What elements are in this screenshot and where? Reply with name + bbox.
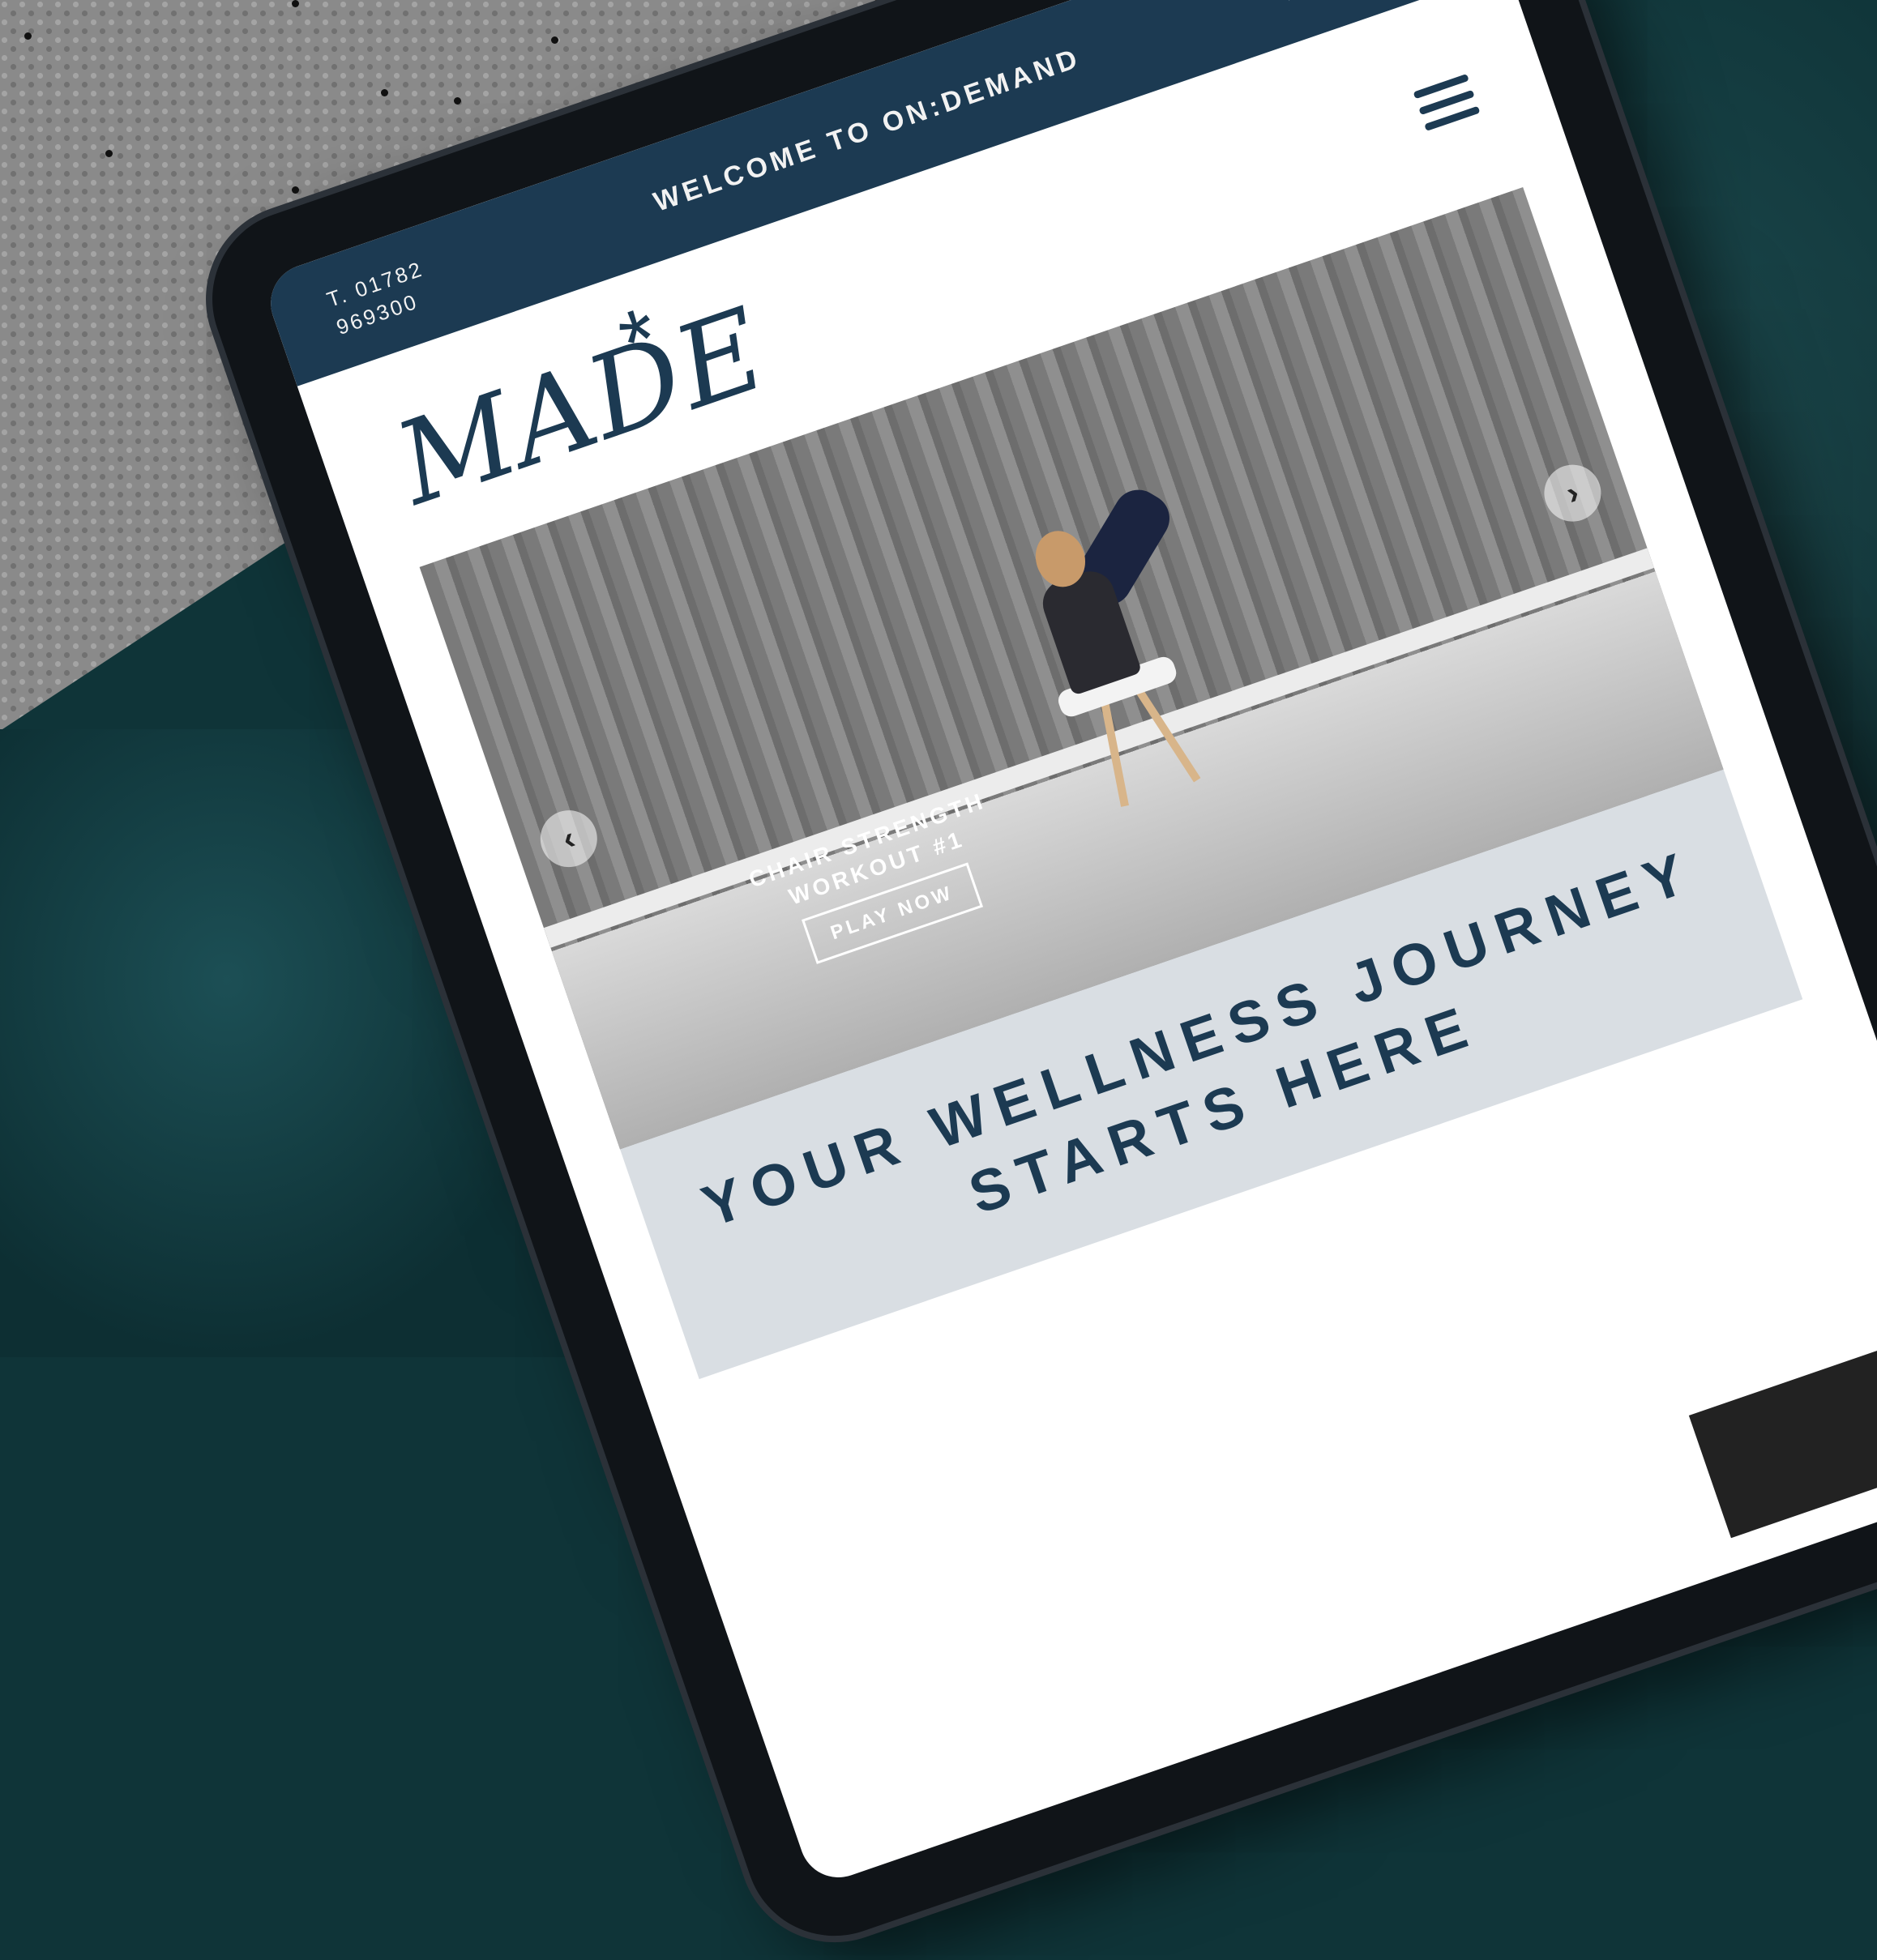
video-thumbnail[interactable] bbox=[1688, 1336, 1877, 1539]
menu-icon[interactable] bbox=[1413, 73, 1481, 131]
chevron-right-icon[interactable]: › bbox=[1536, 457, 1609, 530]
decorative-dot bbox=[551, 36, 558, 44]
facebook-icon[interactable] bbox=[1267, 0, 1308, 6]
decorative-dot bbox=[292, 0, 299, 7]
chevron-left-icon[interactable]: ‹ bbox=[532, 802, 605, 875]
decorative-dot bbox=[24, 32, 32, 40]
decorative-dot bbox=[381, 89, 388, 96]
phone-number[interactable]: T. 01782 969300 bbox=[323, 241, 472, 341]
decorative-dot bbox=[292, 186, 299, 194]
tablet-device: T. 01782 969300 WELCOME TO ON:DEMAND MAD… bbox=[188, 0, 1877, 1960]
tablet-screen: T. 01782 969300 WELCOME TO ON:DEMAND MAD… bbox=[260, 0, 1877, 1888]
decorative-dot bbox=[105, 150, 113, 157]
decorative-dot bbox=[454, 97, 461, 105]
